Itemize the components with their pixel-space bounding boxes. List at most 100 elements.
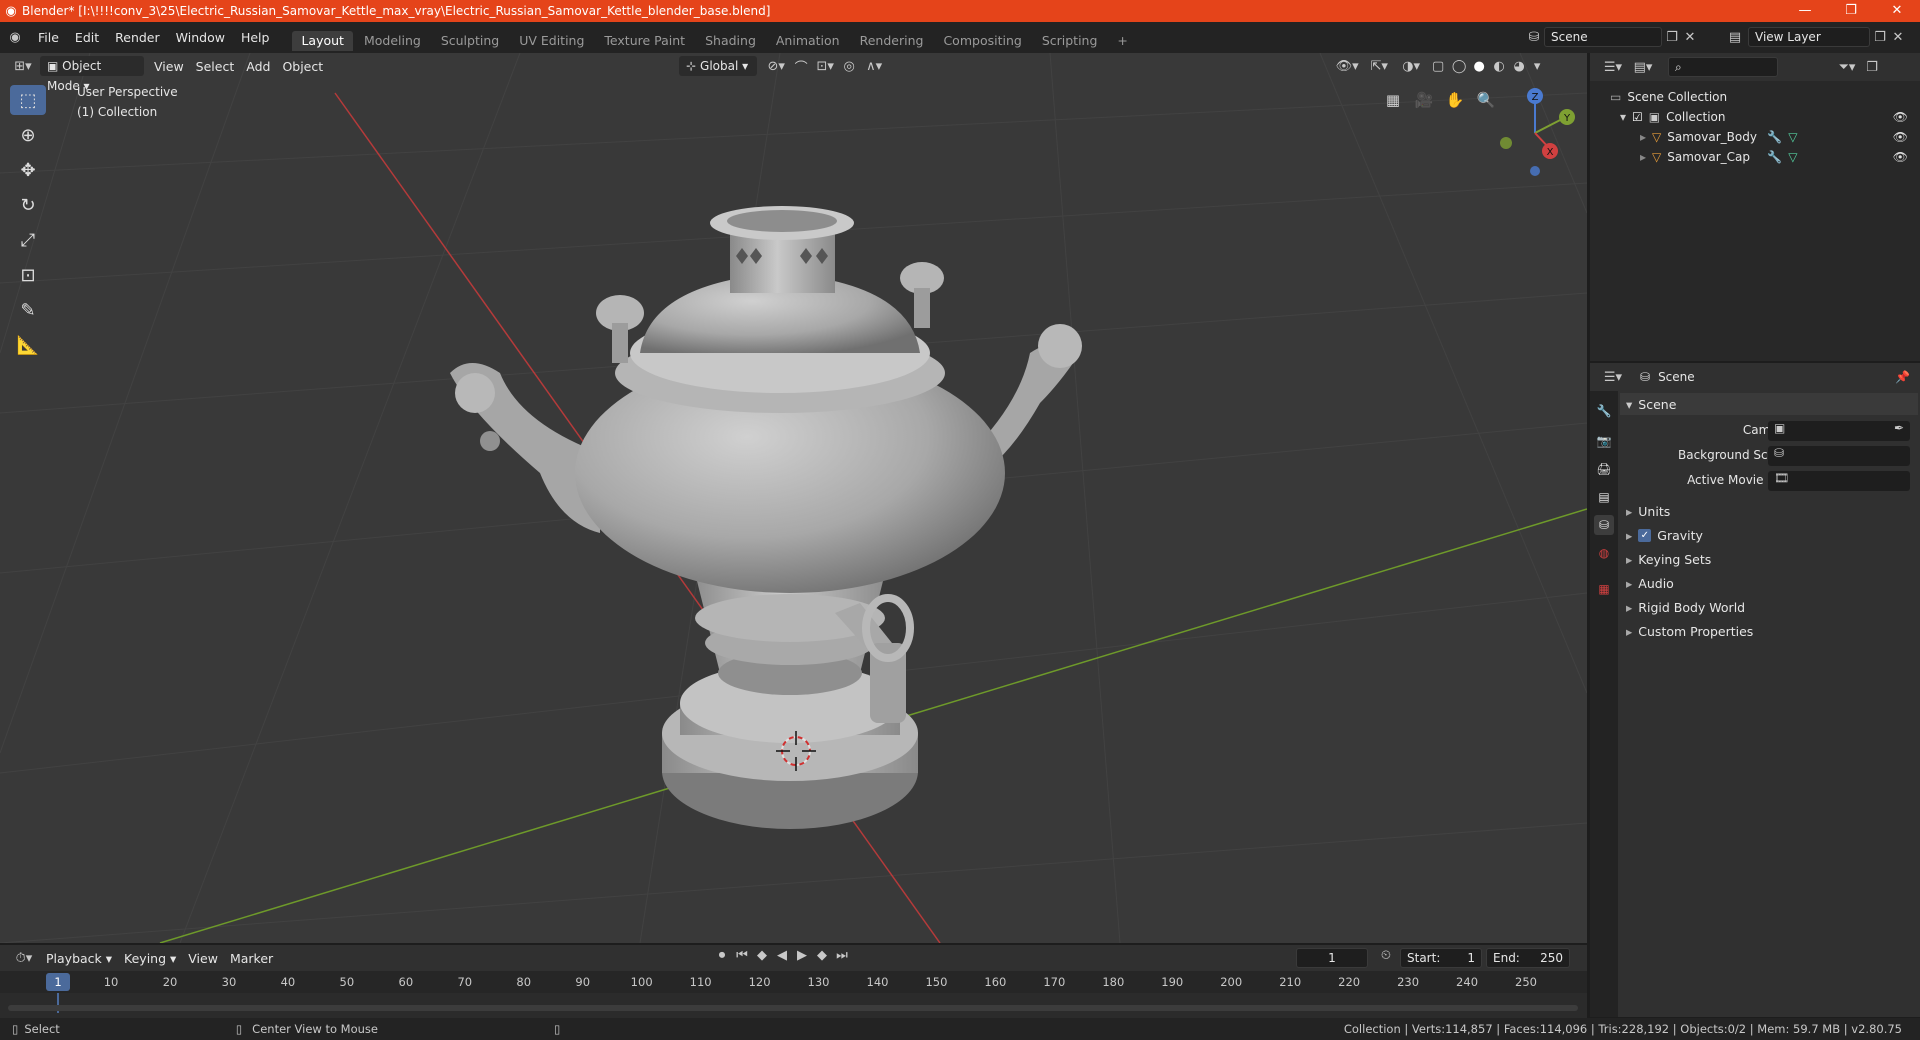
rendered-shading-icon[interactable]: ◕ [1509,59,1529,74]
tab-animation[interactable]: Animation [767,31,849,51]
rotate-tool-icon[interactable]: ↻ [10,190,46,220]
camera-view-icon[interactable]: 🎥 [1411,87,1437,113]
tool-tab-icon[interactable]: 🔧 [1594,401,1614,421]
move-tool-icon[interactable]: ✥ [10,155,46,185]
overlay-icon[interactable]: ◑▾ [1395,59,1427,74]
view-layer-field[interactable]: View Layer [1748,27,1870,47]
display-mode-icon[interactable]: ▤▾ [1628,60,1658,75]
start-frame-field[interactable]: Start: 1 [1400,948,1482,968]
filter-icon[interactable]: ⏷▾ [1832,60,1862,75]
background-scene-field[interactable]: ⛁ [1768,446,1910,466]
menu-render[interactable]: Render [107,22,168,53]
scene-panel-header[interactable]: ▾ Scene [1620,393,1918,415]
menu-file[interactable]: File [30,22,67,53]
add-workspace-button[interactable]: + [1108,31,1136,51]
tab-modeling[interactable]: Modeling [355,31,430,51]
end-frame-field[interactable]: End: 250 [1486,948,1570,968]
gravity-subpanel[interactable]: ▸ ✓ Gravity [1620,524,1918,546]
current-frame-field[interactable]: 1 [1296,948,1368,968]
snap-icon[interactable]: ⌒ [791,57,811,76]
select-box-tool-icon[interactable]: ⬚ [10,85,46,115]
tab-rendering[interactable]: Rendering [851,31,933,51]
scene-field[interactable]: Scene [1544,27,1662,47]
orientation-dropdown[interactable]: ⊹ Global ▾ [679,56,758,76]
outliner-collection-row[interactable]: ▾ ☑ ▣ Collection 👁 [1590,107,1920,127]
timeline-menu-keying[interactable]: Keying ▾ [118,951,182,966]
next-keyframe-icon[interactable]: ◆ [812,948,832,963]
editor-type-icon[interactable]: ⊞▾ [6,59,40,74]
jump-end-icon[interactable]: ⏭ [832,948,852,963]
shading-options-icon[interactable]: ▾ [1529,59,1545,74]
close-button[interactable]: ✕ [1874,0,1920,22]
solid-shading-icon[interactable]: ● [1469,59,1489,74]
view-layer-icon[interactable]: ▤ [1722,30,1748,45]
navigation-gizmo[interactable]: Z Y X [1490,83,1580,183]
menu-help[interactable]: Help [233,22,278,53]
gizmo-icon[interactable]: ⇱▾ [1363,59,1395,74]
tab-uv-editing[interactable]: UV Editing [510,31,593,51]
menu-window[interactable]: Window [168,22,233,53]
scene-tab-icon[interactable]: ⛁ [1594,515,1614,535]
timeline-ruler[interactable]: 1 10 20 30 40 50 60 70 80 90 100 110 120 130 140 150 160… [0,971,1587,993]
collection-visibility-icon[interactable]: 👁 [1893,110,1908,124]
tab-texture-paint[interactable]: Texture Paint [595,31,694,51]
camera-field[interactable]: ▣ ✒ [1768,421,1910,441]
expand-arrow-icon[interactable]: ▸ [1640,130,1646,144]
timeline-menu-playback[interactable]: Playback ▾ [40,951,118,966]
mesh-data-icon[interactable]: ▽ [1788,150,1797,164]
output-tab-icon[interactable]: 🖨 [1594,459,1614,479]
wireframe-shading-icon[interactable]: ◯ [1449,59,1469,74]
timeline-menu-view[interactable]: View [182,951,224,966]
expand-arrow-icon[interactable]: ▸ [1640,150,1646,164]
jump-start-icon[interactable]: ⏮ [732,948,752,963]
annotate-tool-icon[interactable]: ✎ [10,295,46,325]
preview-range-icon[interactable]: ⏲ [1376,948,1396,963]
measure-tool-icon[interactable]: 📐 [10,330,46,360]
viewport-menu-add[interactable]: Add [240,59,276,74]
tab-scripting[interactable]: Scripting [1033,31,1107,51]
properties-editor-type-icon[interactable]: ☰▾ [1598,370,1628,385]
outliner-scene-collection[interactable]: ▭ Scene Collection [1590,87,1920,107]
xray-icon[interactable]: ▢ [1427,59,1449,74]
blender-menu-icon[interactable]: ◉ [0,30,30,45]
record-icon[interactable]: ⏺ [712,948,732,963]
toggle-grid-view-icon[interactable]: ▦ [1380,87,1406,113]
pin-icon[interactable]: 📌 [1895,370,1910,384]
play-reverse-icon[interactable]: ◀ [772,948,792,963]
timeline-scrollbar[interactable] [8,1005,1578,1011]
mesh-data-icon[interactable]: ▽ [1788,130,1797,144]
viewport-menu-view[interactable]: View [148,59,190,74]
texture-tab-icon[interactable]: ▦ [1594,579,1614,599]
falloff-icon[interactable]: ∧▾ [859,59,889,74]
object-visibility-icon[interactable]: 👁 [1893,130,1908,144]
pan-view-icon[interactable]: ✋ [1442,87,1468,113]
outliner-object-row[interactable]: ▸ ▽ Samovar_Cap 🔧 ▽ 👁 [1590,147,1920,167]
timeline-editor-type-icon[interactable]: ⏱▾ [8,951,40,966]
active-movie-clip-field[interactable]: 🎞 [1768,471,1910,491]
expand-arrow-icon[interactable]: ▾ [1620,110,1626,124]
timeline-menu-marker[interactable]: Marker [224,951,279,966]
tab-compositing[interactable]: Compositing [934,31,1030,51]
material-shading-icon[interactable]: ◐ [1489,59,1509,74]
tab-layout[interactable]: Layout [292,31,353,51]
snap-target-icon[interactable]: ⊡▾ [811,59,839,74]
world-tab-icon[interactable]: ◍ [1594,543,1614,563]
custom-properties-subpanel[interactable]: ▸ Custom Properties [1620,620,1918,642]
outliner-object-row[interactable]: ▸ ▽ Samovar_Body 🔧 ▽ 👁 [1590,127,1920,147]
visibility-icon[interactable]: 👁▾ [1331,59,1363,74]
viewport-menu-object[interactable]: Object [276,59,329,74]
tab-sculpting[interactable]: Sculpting [432,31,508,51]
play-icon[interactable]: ▶ [792,948,812,963]
minimize-button[interactable]: — [1782,0,1828,22]
mode-dropdown[interactable]: ▣ Object Mode ▾ [40,56,144,93]
pivot-icon[interactable]: ⊘▾ [761,59,791,74]
view-layer-tab-icon[interactable]: ▤ [1594,487,1614,507]
menu-edit[interactable]: Edit [67,22,107,53]
transform-tool-icon[interactable]: ⊡ [10,260,46,290]
prev-keyframe-icon[interactable]: ◆ [752,948,772,963]
proportional-edit-icon[interactable]: ◎ [839,59,859,74]
new-collection-icon[interactable]: ❐ [1862,60,1882,75]
rigid-body-world-subpanel[interactable]: ▸ Rigid Body World [1620,596,1918,618]
render-tab-icon[interactable]: 📷 [1594,431,1614,451]
keying-sets-subpanel[interactable]: ▸ Keying Sets [1620,548,1918,570]
